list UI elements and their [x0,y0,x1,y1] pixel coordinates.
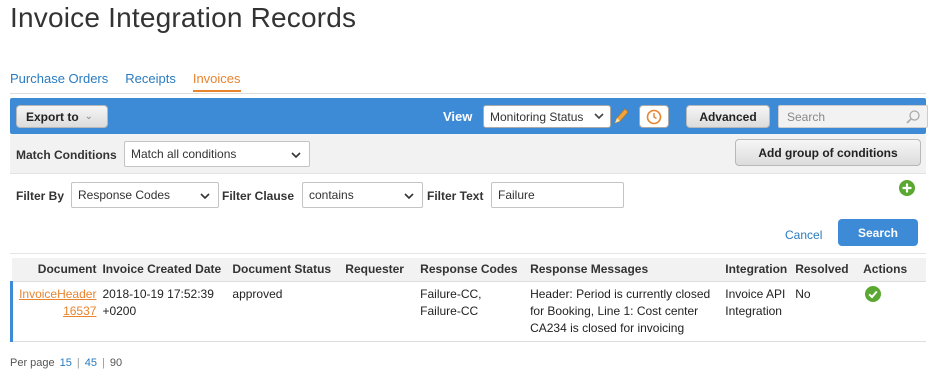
response-codes-line1: Failure-CC, [420,286,482,301]
cancel-link[interactable]: Cancel [785,228,822,242]
per-page-label: Per page [10,357,55,369]
resolved-cell: No [792,281,861,341]
document-link[interactable]: InvoiceHeader 16537 [16,286,96,320]
table-row: InvoiceHeader 16537 2018-10-19 17:52:39 … [10,281,926,341]
table-header-row: Document Invoice Created Date Document S… [11,258,926,282]
tab-bar: Purchase Orders Receipts Invoices [10,71,241,92]
match-conditions-select[interactable]: Match all conditions [124,141,310,167]
response-codes-line2: Failure-CC [420,303,479,318]
column-header-document-status[interactable]: Document Status [229,258,343,282]
tabs-divider [10,93,926,94]
integration-cell: Invoice API Integration [722,281,793,341]
filter-clause-label: Filter Clause [222,189,295,203]
actions-cell [860,281,926,341]
response-messages-line2: for Booking, Line 1: Cost center [530,303,699,318]
filter-clause-select[interactable]: contains [302,182,423,208]
created-date-line2: +0200 [102,303,137,318]
chevron-down-icon [404,193,414,200]
tab-purchase-orders[interactable]: Purchase Orders [10,71,108,92]
filter-text-value: Failure [498,188,535,202]
document-link-line2: 16537 [63,303,97,318]
search-placeholder: Search [787,109,826,124]
chevron-down-icon [200,193,210,200]
response-codes-cell: Failure-CC, Failure-CC [417,281,528,341]
response-messages-line3: CA234 is closed for invoicing [530,320,685,335]
match-conditions-label: Match Conditions [16,148,117,162]
match-conditions-value: Match all conditions [131,147,237,161]
search-icon[interactable] [905,109,921,125]
pager-separator: | [76,357,80,369]
match-conditions-row: Match Conditions Match all conditions Ad… [10,134,926,174]
page-title: Invoice Integration Records [10,2,357,33]
toolbar: Export to ⌄ View Monitoring Status Advan… [10,98,928,134]
filter-text-label: Filter Text [427,189,484,203]
chevron-down-icon: ⌄ [84,111,94,122]
pencil-icon[interactable] [612,105,630,127]
check-circle-icon[interactable] [865,285,882,302]
integration-line2: Integration [725,303,782,318]
history-button[interactable] [639,105,669,128]
column-header-invoice-created-date[interactable]: Invoice Created Date [99,258,230,282]
filter-by-select[interactable]: Response Codes [71,182,219,208]
search-input[interactable]: Search [778,105,928,128]
column-header-response-codes[interactable]: Response Codes [417,258,528,282]
tab-invoices[interactable]: Invoices [192,71,241,92]
integration-line1: Invoice API [725,286,786,301]
column-header-resolved[interactable]: Resolved [792,258,861,282]
search-button[interactable]: Search [838,219,918,246]
invoice-created-date-cell: 2018-10-19 17:52:39 +0200 [99,281,230,341]
view-label: View [443,109,473,124]
filter-row: Filter By Response Codes Filter Clause c… [10,174,926,254]
filter-clause-value: contains [309,188,354,202]
tab-receipts[interactable]: Receipts [125,71,176,92]
response-messages-cell: Header: Period is currently closed for B… [527,281,723,341]
document-cell: InvoiceHeader 16537 [10,281,100,341]
document-link-line1: InvoiceHeader [19,286,97,301]
per-page-option-15[interactable]: 15 [60,357,72,369]
column-header-integration[interactable]: Integration [722,258,793,282]
filter-text-input[interactable]: Failure [491,182,624,208]
column-header-requester[interactable]: Requester [342,258,418,282]
filter-by-label: Filter By [16,189,65,203]
document-status-cell: approved [229,281,343,341]
advanced-button[interactable]: Advanced [686,105,770,128]
requester-cell [342,281,418,341]
column-header-document[interactable]: Document [11,258,100,282]
export-to-label: Export to [26,109,79,124]
per-page-option-90[interactable]: 90 [110,357,122,369]
per-page-option-45[interactable]: 45 [85,357,97,369]
filter-by-value: Response Codes [78,188,171,202]
clock-icon [646,109,662,124]
pagination: Per page 15 | 45 | 90 [10,357,122,369]
created-date-line1: 2018-10-19 17:52:39 [102,286,214,301]
chevron-down-icon [291,152,301,159]
response-messages-line1: Header: Period is currently closed [530,286,711,301]
view-select[interactable]: Monitoring Status [483,105,611,128]
add-filter-plus-icon[interactable] [899,180,915,196]
column-header-response-messages[interactable]: Response Messages [527,258,723,282]
add-group-of-conditions-button[interactable]: Add group of conditions [735,139,921,166]
records-table: Document Invoice Created Date Document S… [10,258,926,342]
chevron-down-icon [594,113,604,120]
export-to-button[interactable]: Export to ⌄ [16,105,108,128]
view-select-value: Monitoring Status [490,109,584,124]
pager-separator: | [102,357,105,369]
column-header-actions: Actions [860,258,926,282]
